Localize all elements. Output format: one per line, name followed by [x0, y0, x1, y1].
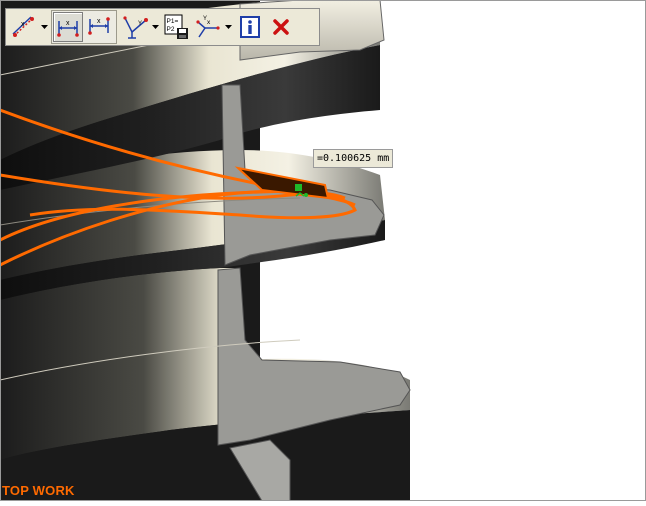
linear-measure-icon: x: [12, 16, 34, 37]
linear-measure-button[interactable]: x: [9, 12, 39, 42]
chevron-down-icon: [152, 24, 159, 29]
view-name-label: TOP WORK: [2, 483, 75, 498]
linear-measure-dropdown[interactable]: [40, 12, 49, 42]
horizontal-measure-alt-button[interactable]: x: [84, 12, 114, 42]
svg-text:x: x: [207, 19, 211, 26]
vertical-measure-icon: Y: [123, 16, 148, 39]
angle-measure-button[interactable]: x Y: [193, 12, 223, 42]
close-icon: [273, 19, 289, 35]
angle-measure-dropdown[interactable]: [224, 12, 233, 42]
horizontal-measure-icon: x: [57, 20, 79, 37]
horizontal-measure-group: x x: [51, 10, 117, 44]
screw-thread-render: [0, 0, 411, 502]
info-icon: [240, 16, 260, 38]
svg-text:P1=: P1=: [167, 18, 179, 25]
horizontal-measure-alt-icon: x: [88, 17, 110, 35]
measure-toolbar: x x x Y P1= P2 x Y: [5, 8, 320, 46]
svg-text:Y: Y: [203, 16, 207, 22]
measurement-readout: =0.100625 mm: [313, 149, 394, 168]
vertical-measure-dropdown[interactable]: [151, 12, 160, 42]
chevron-down-icon: [225, 24, 232, 29]
svg-text:Y: Y: [138, 21, 142, 27]
vertical-measure-button[interactable]: Y: [120, 12, 150, 42]
chevron-down-icon: [41, 24, 48, 29]
3d-viewport[interactable]: x x x Y P1= P2 x Y =0.100625 mm TOP WORK: [0, 0, 646, 502]
info-button[interactable]: [235, 12, 265, 42]
save-points-icon: P1= P2: [164, 14, 188, 39]
close-button[interactable]: [266, 12, 296, 42]
svg-text:x: x: [97, 18, 101, 25]
horizontal-measure-button[interactable]: x: [53, 12, 83, 42]
angle-measure-icon: x Y: [196, 16, 220, 38]
svg-text:x: x: [21, 21, 25, 28]
save-points-button[interactable]: P1= P2: [162, 12, 192, 42]
svg-text:x: x: [66, 20, 70, 27]
svg-text:P2: P2: [167, 26, 175, 33]
